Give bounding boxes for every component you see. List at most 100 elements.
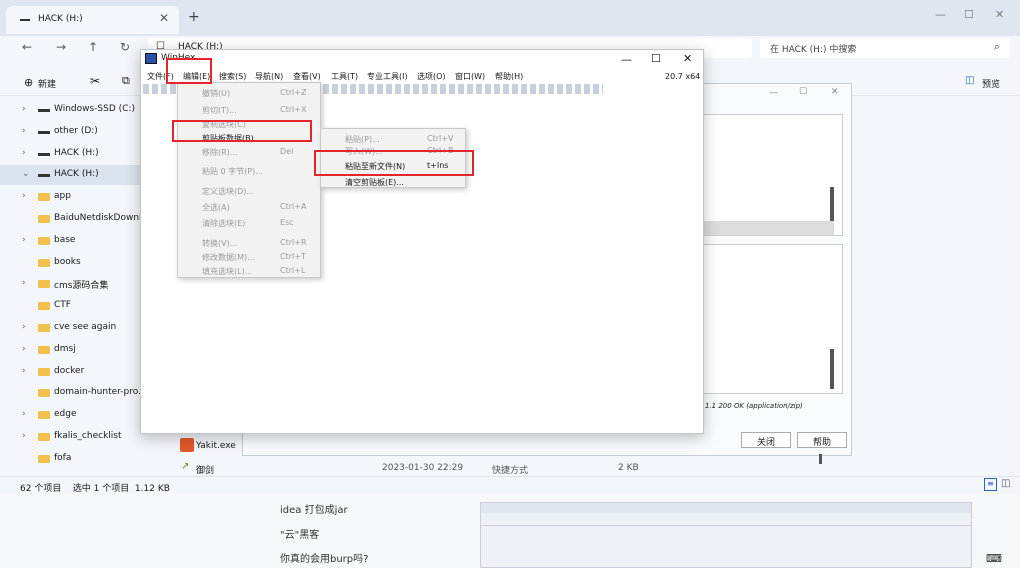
sidebar-item[interactable]: CTF <box>0 296 145 316</box>
sidebar-item[interactable]: › other (D:) <box>0 122 145 142</box>
sidebar-item[interactable]: › base <box>0 231 145 251</box>
sidebar-item[interactable]: domain-hunter-pro.log <box>0 383 155 403</box>
menubar-item[interactable]: 工具(T) <box>331 71 358 82</box>
menubar-item[interactable]: 导航(N) <box>255 71 283 82</box>
menu-item-shortcut: Ctrl+Z <box>280 88 307 97</box>
menu-item-shortcut: Del <box>280 147 294 156</box>
sidebar-item[interactable]: › docker <box>0 362 145 382</box>
edit-menu-item[interactable]: 清除选块(E) Esc <box>178 215 320 231</box>
close-tab-icon[interactable]: ✕ <box>159 11 169 25</box>
chevron-icon[interactable]: › <box>22 126 26 136</box>
chevron-icon[interactable]: › <box>22 235 26 245</box>
file-name[interactable]: Yakit.exe <box>196 441 236 451</box>
sidebar-item[interactable]: › cms源码合集 <box>0 274 145 294</box>
chevron-icon[interactable]: › <box>22 278 26 288</box>
article-link[interactable]: 你真的会用burp吗? <box>280 550 368 565</box>
edit-menu-item[interactable]: 移除(R)... Del <box>178 144 320 160</box>
up-arrow-icon[interactable]: ↑ <box>88 40 98 54</box>
menubar-item[interactable]: 帮助(H) <box>495 71 523 82</box>
edit-menu-item[interactable]: 粘贴 0 字节(P)... <box>178 163 320 179</box>
chevron-icon[interactable]: › <box>22 409 26 419</box>
sidebar-item[interactable]: fofa <box>0 449 145 469</box>
tiles-view-icon[interactable]: ◫ <box>1001 478 1010 489</box>
menubar-item[interactable]: 选项(O) <box>417 71 446 82</box>
article-link[interactable]: idea 打包成jar <box>280 501 348 516</box>
chevron-icon[interactable]: › <box>22 104 26 114</box>
copy-icon[interactable]: ⧉ <box>122 74 130 88</box>
sidebar-item[interactable]: books <box>0 253 145 273</box>
folder-icon <box>38 236 50 245</box>
menubar-item[interactable]: 搜索(S) <box>219 71 246 82</box>
sidebar-item[interactable]: › app <box>0 187 145 207</box>
chevron-icon[interactable]: › <box>22 431 26 441</box>
back-arrow-icon[interactable]: ← <box>22 40 32 54</box>
winhex-maximize-button[interactable]: ☐ <box>651 52 661 65</box>
explorer-tab[interactable]: HACK (H:) ✕ <box>6 6 179 34</box>
edit-menu-item[interactable]: 撤销(U) Ctrl+Z <box>178 85 320 101</box>
folder-icon <box>38 324 50 332</box>
winhex-close-button[interactable]: ✕ <box>683 52 692 65</box>
minimize-button[interactable]: — <box>935 8 946 21</box>
sidebar-item-label: app <box>54 191 71 202</box>
menubar-item[interactable]: 专业工具(I) <box>367 71 408 82</box>
clipboard-menu-item[interactable]: 清空剪贴板(E)... <box>321 174 465 190</box>
drive-icon <box>20 19 30 21</box>
folder-icon <box>38 345 50 354</box>
lower-scrollbar[interactable] <box>830 349 834 389</box>
dialog-maximize-button[interactable]: ☐ <box>799 87 807 97</box>
dialog-minimize-button[interactable]: — <box>769 88 778 98</box>
sidebar-item-label: base <box>54 234 76 245</box>
highlight-paste-new-file <box>314 150 474 176</box>
forward-arrow-icon[interactable]: → <box>56 40 66 54</box>
article-link[interactable]: "云"黑客 <box>280 526 319 541</box>
menubar-item[interactable]: 窗口(W) <box>455 71 485 82</box>
menu-item-label: 移除(R)... <box>202 148 238 157</box>
edit-menu-item[interactable]: 填充选块(L)... Ctrl+L <box>178 263 320 279</box>
help-button[interactable]: 帮助 <box>797 432 847 448</box>
folder-icon <box>38 302 50 311</box>
sidebar-item[interactable]: › edge <box>0 405 145 425</box>
search-box[interactable]: 在 HACK (H:) 中搜索 ⌕ <box>760 38 1010 58</box>
selected-row[interactable] <box>704 221 834 235</box>
chevron-icon[interactable]: › <box>22 191 26 201</box>
menubar-item[interactable]: 查看(V) <box>293 71 321 82</box>
keyboard-icon[interactable]: ⌨ <box>986 552 1002 565</box>
chevron-icon[interactable]: › <box>22 366 26 376</box>
close-window-button[interactable]: ✕ <box>995 8 1004 21</box>
chevron-icon[interactable]: › <box>22 322 26 332</box>
sidebar-item[interactable]: › dmsj <box>0 340 145 360</box>
maximize-button[interactable]: ☐ <box>964 8 974 21</box>
edit-menu-item[interactable]: 全选(A) Ctrl+A <box>178 199 320 215</box>
resize-grip[interactable] <box>819 454 822 464</box>
cut-icon[interactable]: ✂ <box>90 74 100 88</box>
sidebar-item-label: other (D:) <box>54 125 98 136</box>
chevron-icon[interactable]: ⌄ <box>22 169 30 179</box>
embedded-screenshot-thumbnail <box>480 502 972 568</box>
file-name[interactable]: 御剑 <box>196 463 214 476</box>
sidebar-item[interactable]: BaiduNetdiskDownload <box>0 209 158 229</box>
sidebar-item[interactable]: ⌄ HACK (H:) <box>0 165 145 186</box>
sidebar-item[interactable]: › fkalis_checklist <box>0 427 145 447</box>
sidebar-item[interactable]: › Windows-SSD (C:) <box>0 100 145 120</box>
details-view-icon[interactable]: ≡ <box>984 478 997 491</box>
chevron-icon[interactable]: › <box>22 344 26 354</box>
refresh-icon[interactable]: ↻ <box>120 40 130 54</box>
new-button[interactable]: 新建 <box>38 77 56 90</box>
drive-icon <box>38 152 50 156</box>
winhex-minimize-button[interactable]: — <box>621 53 632 66</box>
sidebar-item[interactable]: › cve see again <box>0 318 145 338</box>
new-tab-button[interactable]: + <box>188 9 200 25</box>
folder-icon <box>38 193 50 202</box>
menu-item-shortcut: Esc <box>280 218 294 227</box>
status-text: 62 个项目 选中 1 个项目 1.12 KB <box>20 484 170 494</box>
chevron-icon[interactable]: › <box>22 148 26 158</box>
sidebar-item-label: HACK (H:) <box>54 169 99 180</box>
edit-menu-item[interactable]: 定义选块(D)... <box>178 183 320 199</box>
dialog-close-button[interactable]: ✕ <box>831 87 839 97</box>
preview-button[interactable]: 预览 <box>982 77 1000 90</box>
close-button[interactable]: 关闭 <box>741 432 791 448</box>
navigation-pane: › Windows-SSD (C:) › other (D:) › HACK (H:) ⌄ H… <box>0 100 158 472</box>
menu-item-label: 剪切(T)... <box>202 106 237 115</box>
sidebar-item-label: dmsj <box>54 343 76 354</box>
sidebar-item[interactable]: › HACK (H:) <box>0 144 145 164</box>
